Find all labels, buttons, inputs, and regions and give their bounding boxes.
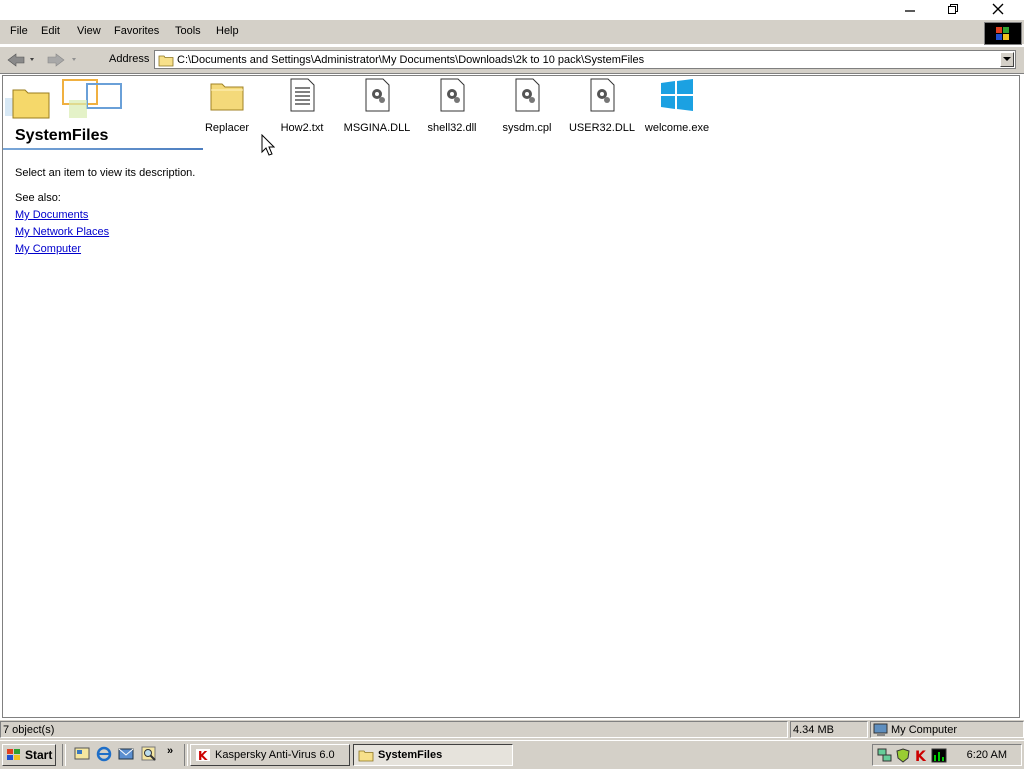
file-label: MSGINA.DLL <box>343 122 411 134</box>
search-icon[interactable] <box>141 746 157 762</box>
forward-button[interactable] <box>46 52 82 68</box>
folder-view: SystemFiles Select an item to view its d… <box>2 75 1020 718</box>
show-desktop-icon[interactable] <box>74 746 90 762</box>
see-also-label: See also: <box>15 192 61 204</box>
task-manager-icon[interactable] <box>931 748 947 763</box>
file-item-sysdm-cpl[interactable]: sysdm.cpl <box>490 78 564 134</box>
menu-bar: File Edit View Favorites Tools Help <box>0 20 1024 45</box>
address-dropdown-button[interactable] <box>1000 52 1014 67</box>
dll-file-icon <box>590 78 615 112</box>
back-arrow-icon <box>7 53 34 67</box>
text-file-icon <box>290 78 315 112</box>
file-label: sysdm.cpl <box>502 122 552 134</box>
folder-icon <box>358 750 374 762</box>
file-label: shell32.dll <box>427 122 477 134</box>
folder-icon <box>210 83 244 111</box>
minimize-button[interactable] <box>890 0 930 18</box>
title-bar <box>0 0 1024 18</box>
restore-button[interactable] <box>933 0 973 18</box>
minimize-icon <box>905 10 915 12</box>
webview-folder-graphic <box>5 79 122 119</box>
network-icon[interactable] <box>877 748 893 763</box>
file-item-how2-txt[interactable]: How2.txt <box>265 78 339 134</box>
windows-flag-icon <box>7 749 20 760</box>
status-bar: 7 object(s) 4.34 MB My Computer <box>0 720 1024 740</box>
file-item-shell32-dll[interactable]: shell32.dll <box>415 78 489 134</box>
link-my-network-places[interactable]: My Network Places <box>15 226 109 238</box>
cpl-file-icon <box>515 78 540 112</box>
address-path: C:\Documents and Settings\Administrator\… <box>177 54 645 66</box>
quicklaunch-separator <box>62 744 66 766</box>
task-label: Kaspersky Anti-Virus 6.0 <box>215 749 335 761</box>
file-label: How2.txt <box>280 122 324 134</box>
menu-file[interactable]: File <box>10 25 28 37</box>
task-label: SystemFiles <box>378 749 443 761</box>
windows-logo-icon <box>661 79 693 111</box>
menu-tools[interactable]: Tools <box>175 25 201 37</box>
link-my-documents[interactable]: My Documents <box>15 209 88 221</box>
start-button[interactable]: Start <box>2 744 56 766</box>
address-toolbar: Address C:\Documents and Settings\Admini… <box>0 46 1024 74</box>
file-item-replacer[interactable]: Replacer <box>190 78 264 134</box>
panel-divider <box>3 148 203 150</box>
windows-flag-icon <box>996 27 1009 40</box>
file-item-user32-dll[interactable]: USER32.DLL <box>565 78 639 134</box>
task-button-kaspersky[interactable]: K Kaspersky Anti-Virus 6.0 <box>190 744 350 766</box>
internet-explorer-icon[interactable] <box>96 746 112 762</box>
my-computer-icon <box>873 723 888 736</box>
security-shield-icon[interactable] <box>895 748 911 763</box>
menu-edit[interactable]: Edit <box>41 25 60 37</box>
status-object-count: 7 object(s) <box>0 721 788 738</box>
address-field[interactable]: C:\Documents and Settings\Administrator\… <box>154 50 1016 69</box>
folder-icon <box>158 55 174 67</box>
menu-help[interactable]: Help <box>216 25 239 37</box>
link-my-computer[interactable]: My Computer <box>15 243 81 255</box>
file-item-msgina-dll[interactable]: MSGINA.DLL <box>340 78 414 134</box>
panel-description: Select an item to view its description. <box>15 167 196 179</box>
chevron-down-icon <box>1003 57 1011 61</box>
menu-view[interactable]: View <box>77 25 101 37</box>
status-zone: My Computer <box>870 721 1024 738</box>
forward-arrow-icon <box>47 53 76 67</box>
windows-throbber <box>984 22 1022 45</box>
close-icon <box>992 3 1004 15</box>
start-label: Start <box>25 748 53 762</box>
menu-favorites[interactable]: Favorites <box>114 25 159 37</box>
kaspersky-tray-icon[interactable]: K <box>913 748 929 763</box>
close-button[interactable] <box>978 0 1018 18</box>
dll-file-icon <box>440 78 465 112</box>
file-label: USER32.DLL <box>568 122 636 134</box>
task-separator <box>184 744 188 766</box>
restore-icon <box>948 4 958 14</box>
file-item-welcome-exe[interactable]: welcome.exe <box>640 78 714 134</box>
status-zone-label: My Computer <box>891 724 958 736</box>
file-label: welcome.exe <box>644 122 710 134</box>
quicklaunch-chevron-icon[interactable]: » <box>167 745 173 757</box>
status-total-size: 4.34 MB <box>790 721 868 738</box>
kaspersky-icon: K <box>196 749 210 762</box>
svg-text:K: K <box>915 749 927 763</box>
back-button[interactable] <box>6 52 34 68</box>
system-tray: K 6:20 AM <box>872 744 1022 766</box>
webview-info-panel: SystemFiles Select an item to view its d… <box>3 76 205 276</box>
svg-text:K: K <box>198 749 208 762</box>
dll-file-icon <box>365 78 390 112</box>
taskbar: Start » K Kaspersky Anti-Virus 6.0 Syste… <box>0 740 1024 769</box>
panel-title: SystemFiles <box>15 127 109 144</box>
file-label: Replacer <box>204 122 250 134</box>
outlook-express-icon[interactable] <box>118 746 134 762</box>
clock[interactable]: 6:20 AM <box>967 749 1007 761</box>
mouse-cursor-icon <box>261 134 275 156</box>
address-label: Address <box>109 53 150 65</box>
task-button-systemfiles[interactable]: SystemFiles <box>353 744 513 766</box>
